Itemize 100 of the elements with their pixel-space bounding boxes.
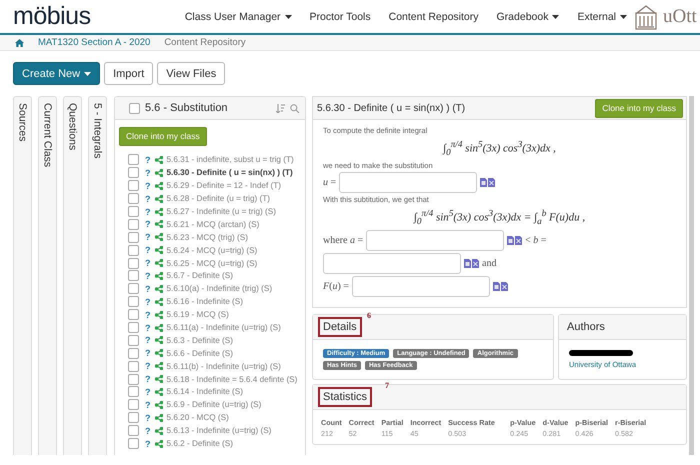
question-item[interactable]: 5.6.16 - Indefinite (S) xyxy=(166,297,243,306)
checkbox[interactable] xyxy=(128,386,139,398)
help-mark[interactable]: ? xyxy=(145,232,150,242)
checkbox[interactable] xyxy=(128,360,139,372)
nav-link[interactable]: External xyxy=(577,10,627,22)
side-tab[interactable]: Sources xyxy=(13,96,32,455)
checkbox[interactable] xyxy=(128,258,139,269)
help-mark[interactable]: ? xyxy=(145,361,150,372)
share-icon[interactable] xyxy=(154,168,162,177)
share-icon[interactable] xyxy=(154,156,162,164)
question-item[interactable]: 5.6.27 - Indefinite (u = trig) (S) xyxy=(166,207,276,216)
checkbox[interactable] xyxy=(128,154,139,166)
nav-link[interactable]: Content Repository xyxy=(388,10,479,22)
logo[interactable]: möbius xyxy=(13,4,91,29)
share-icon[interactable] xyxy=(154,324,162,332)
document-icon[interactable] xyxy=(507,236,514,245)
share-icon[interactable] xyxy=(154,349,162,358)
checkbox[interactable] xyxy=(128,180,139,192)
help-mark[interactable]: ? xyxy=(145,296,150,307)
help-mark[interactable]: ? xyxy=(145,426,150,436)
toolbar-button[interactable]: View Files xyxy=(157,62,226,85)
help-mark[interactable]: ? xyxy=(145,348,150,358)
share-icon[interactable] xyxy=(154,426,162,435)
help-mark[interactable]: ? xyxy=(145,412,150,423)
share-icon[interactable] xyxy=(154,194,162,203)
sort-icon[interactable] xyxy=(276,104,285,112)
question-item[interactable]: 5.6.14 - Indefinite (S) xyxy=(166,387,243,396)
checkbox[interactable] xyxy=(128,296,139,308)
question-item[interactable]: 5.6.13 - Indefinite (u=trig) (S) xyxy=(166,426,272,436)
help-mark[interactable]: ? xyxy=(145,386,150,397)
checkbox[interactable] xyxy=(128,218,139,230)
help-mark[interactable]: ? xyxy=(145,400,150,410)
question-item[interactable]: 5.6.30 - Definite ( u = sin(nx) ) (T) xyxy=(166,168,293,178)
question-item[interactable]: 5.6.31 - indefinite, subst u = trig (T) xyxy=(166,155,294,164)
share-icon[interactable] xyxy=(154,388,162,396)
checkbox[interactable] xyxy=(128,270,139,282)
help-mark[interactable]: ? xyxy=(145,154,150,165)
toolbar-button[interactable]: Create New xyxy=(13,62,100,85)
share-icon[interactable] xyxy=(154,310,162,319)
question-item[interactable]: 5.6.21 - MCQ (arctan) (S) xyxy=(166,220,260,229)
question-item[interactable]: 5.6.11(a) - Indefinite (u=trig) (S) xyxy=(166,323,281,332)
question-item[interactable]: 5.6.18 - Indefinite = 5.6.4 definte (S) xyxy=(166,374,298,384)
share-icon[interactable] xyxy=(154,259,162,268)
help-mark[interactable]: ? xyxy=(145,438,150,449)
question-item[interactable]: 5.6.24 - MCQ (u=trig) (S) xyxy=(166,246,258,255)
document-icon[interactable] xyxy=(464,258,471,268)
checkbox[interactable] xyxy=(128,399,139,410)
checkbox[interactable] xyxy=(128,425,139,436)
side-tab[interactable]: Current Class xyxy=(38,96,57,455)
help-mark[interactable]: ? xyxy=(145,194,150,204)
answer-field[interactable] xyxy=(366,230,504,251)
share-icon[interactable] xyxy=(154,298,162,306)
document-icon[interactable] xyxy=(515,236,522,245)
question-item[interactable]: 5.6.6 - Definite (S) xyxy=(166,348,233,358)
help-mark[interactable]: ? xyxy=(145,168,150,178)
question-item[interactable]: 5.6.9 - Definite (u=trig) (S) xyxy=(166,400,262,410)
share-icon[interactable] xyxy=(154,284,162,293)
side-tab[interactable]: 5 - Integrals xyxy=(88,96,107,455)
share-icon[interactable] xyxy=(154,233,162,242)
nav-link[interactable]: Proctor Tools xyxy=(310,10,371,22)
checkbox[interactable] xyxy=(128,206,139,217)
clone-button[interactable]: Clone into my class xyxy=(595,98,683,118)
checkbox[interactable] xyxy=(128,374,139,385)
question-item[interactable]: 5.6.19 - MCQ (S) xyxy=(166,310,229,320)
help-mark[interactable]: ? xyxy=(145,245,150,256)
clone-button[interactable]: Clone into my class xyxy=(119,126,207,146)
question-item[interactable]: 5.6.29 - Definite = 12 - Indef (T) xyxy=(166,181,281,190)
answer-field[interactable] xyxy=(323,252,461,274)
share-icon[interactable] xyxy=(154,182,162,190)
question-item[interactable]: 5.6.7 - Definite (S) xyxy=(166,271,233,280)
question-item[interactable]: 5.6.23 - MCQ (trig) (S) xyxy=(166,232,248,242)
share-icon[interactable] xyxy=(154,400,162,409)
question-item[interactable]: 5.6.28 - Definite (u = trig) (T) xyxy=(166,194,270,204)
answer-field[interactable] xyxy=(352,276,490,297)
document-icon[interactable] xyxy=(472,258,479,268)
search-icon[interactable] xyxy=(290,104,299,112)
question-item[interactable]: 5.6.2 - Definite (S) xyxy=(166,439,233,448)
nav-link[interactable]: Class User Manager xyxy=(184,10,292,22)
help-mark[interactable]: ? xyxy=(145,258,150,268)
help-mark[interactable]: ? xyxy=(145,180,150,191)
share-icon[interactable] xyxy=(154,440,162,448)
document-icon[interactable] xyxy=(500,282,508,291)
checkbox[interactable] xyxy=(128,232,139,243)
checkbox[interactable] xyxy=(128,322,139,334)
checkbox[interactable] xyxy=(128,309,139,320)
help-mark[interactable]: ? xyxy=(145,374,150,384)
share-icon[interactable] xyxy=(154,220,162,228)
question-item[interactable]: 5.6.3 - Definite (S) xyxy=(166,336,233,345)
help-mark[interactable]: ? xyxy=(145,219,150,230)
share-icon[interactable] xyxy=(154,272,162,280)
help-mark[interactable]: ? xyxy=(145,284,150,294)
help-mark[interactable]: ? xyxy=(145,270,150,281)
share-icon[interactable] xyxy=(154,336,162,344)
help-mark[interactable]: ? xyxy=(145,206,150,216)
checkbox[interactable] xyxy=(128,438,139,450)
toolbar-button[interactable]: Import xyxy=(104,62,154,85)
share-icon[interactable] xyxy=(154,246,162,254)
checkbox[interactable] xyxy=(128,348,139,359)
home-icon[interactable] xyxy=(15,38,24,46)
checkbox[interactable] xyxy=(128,193,139,204)
